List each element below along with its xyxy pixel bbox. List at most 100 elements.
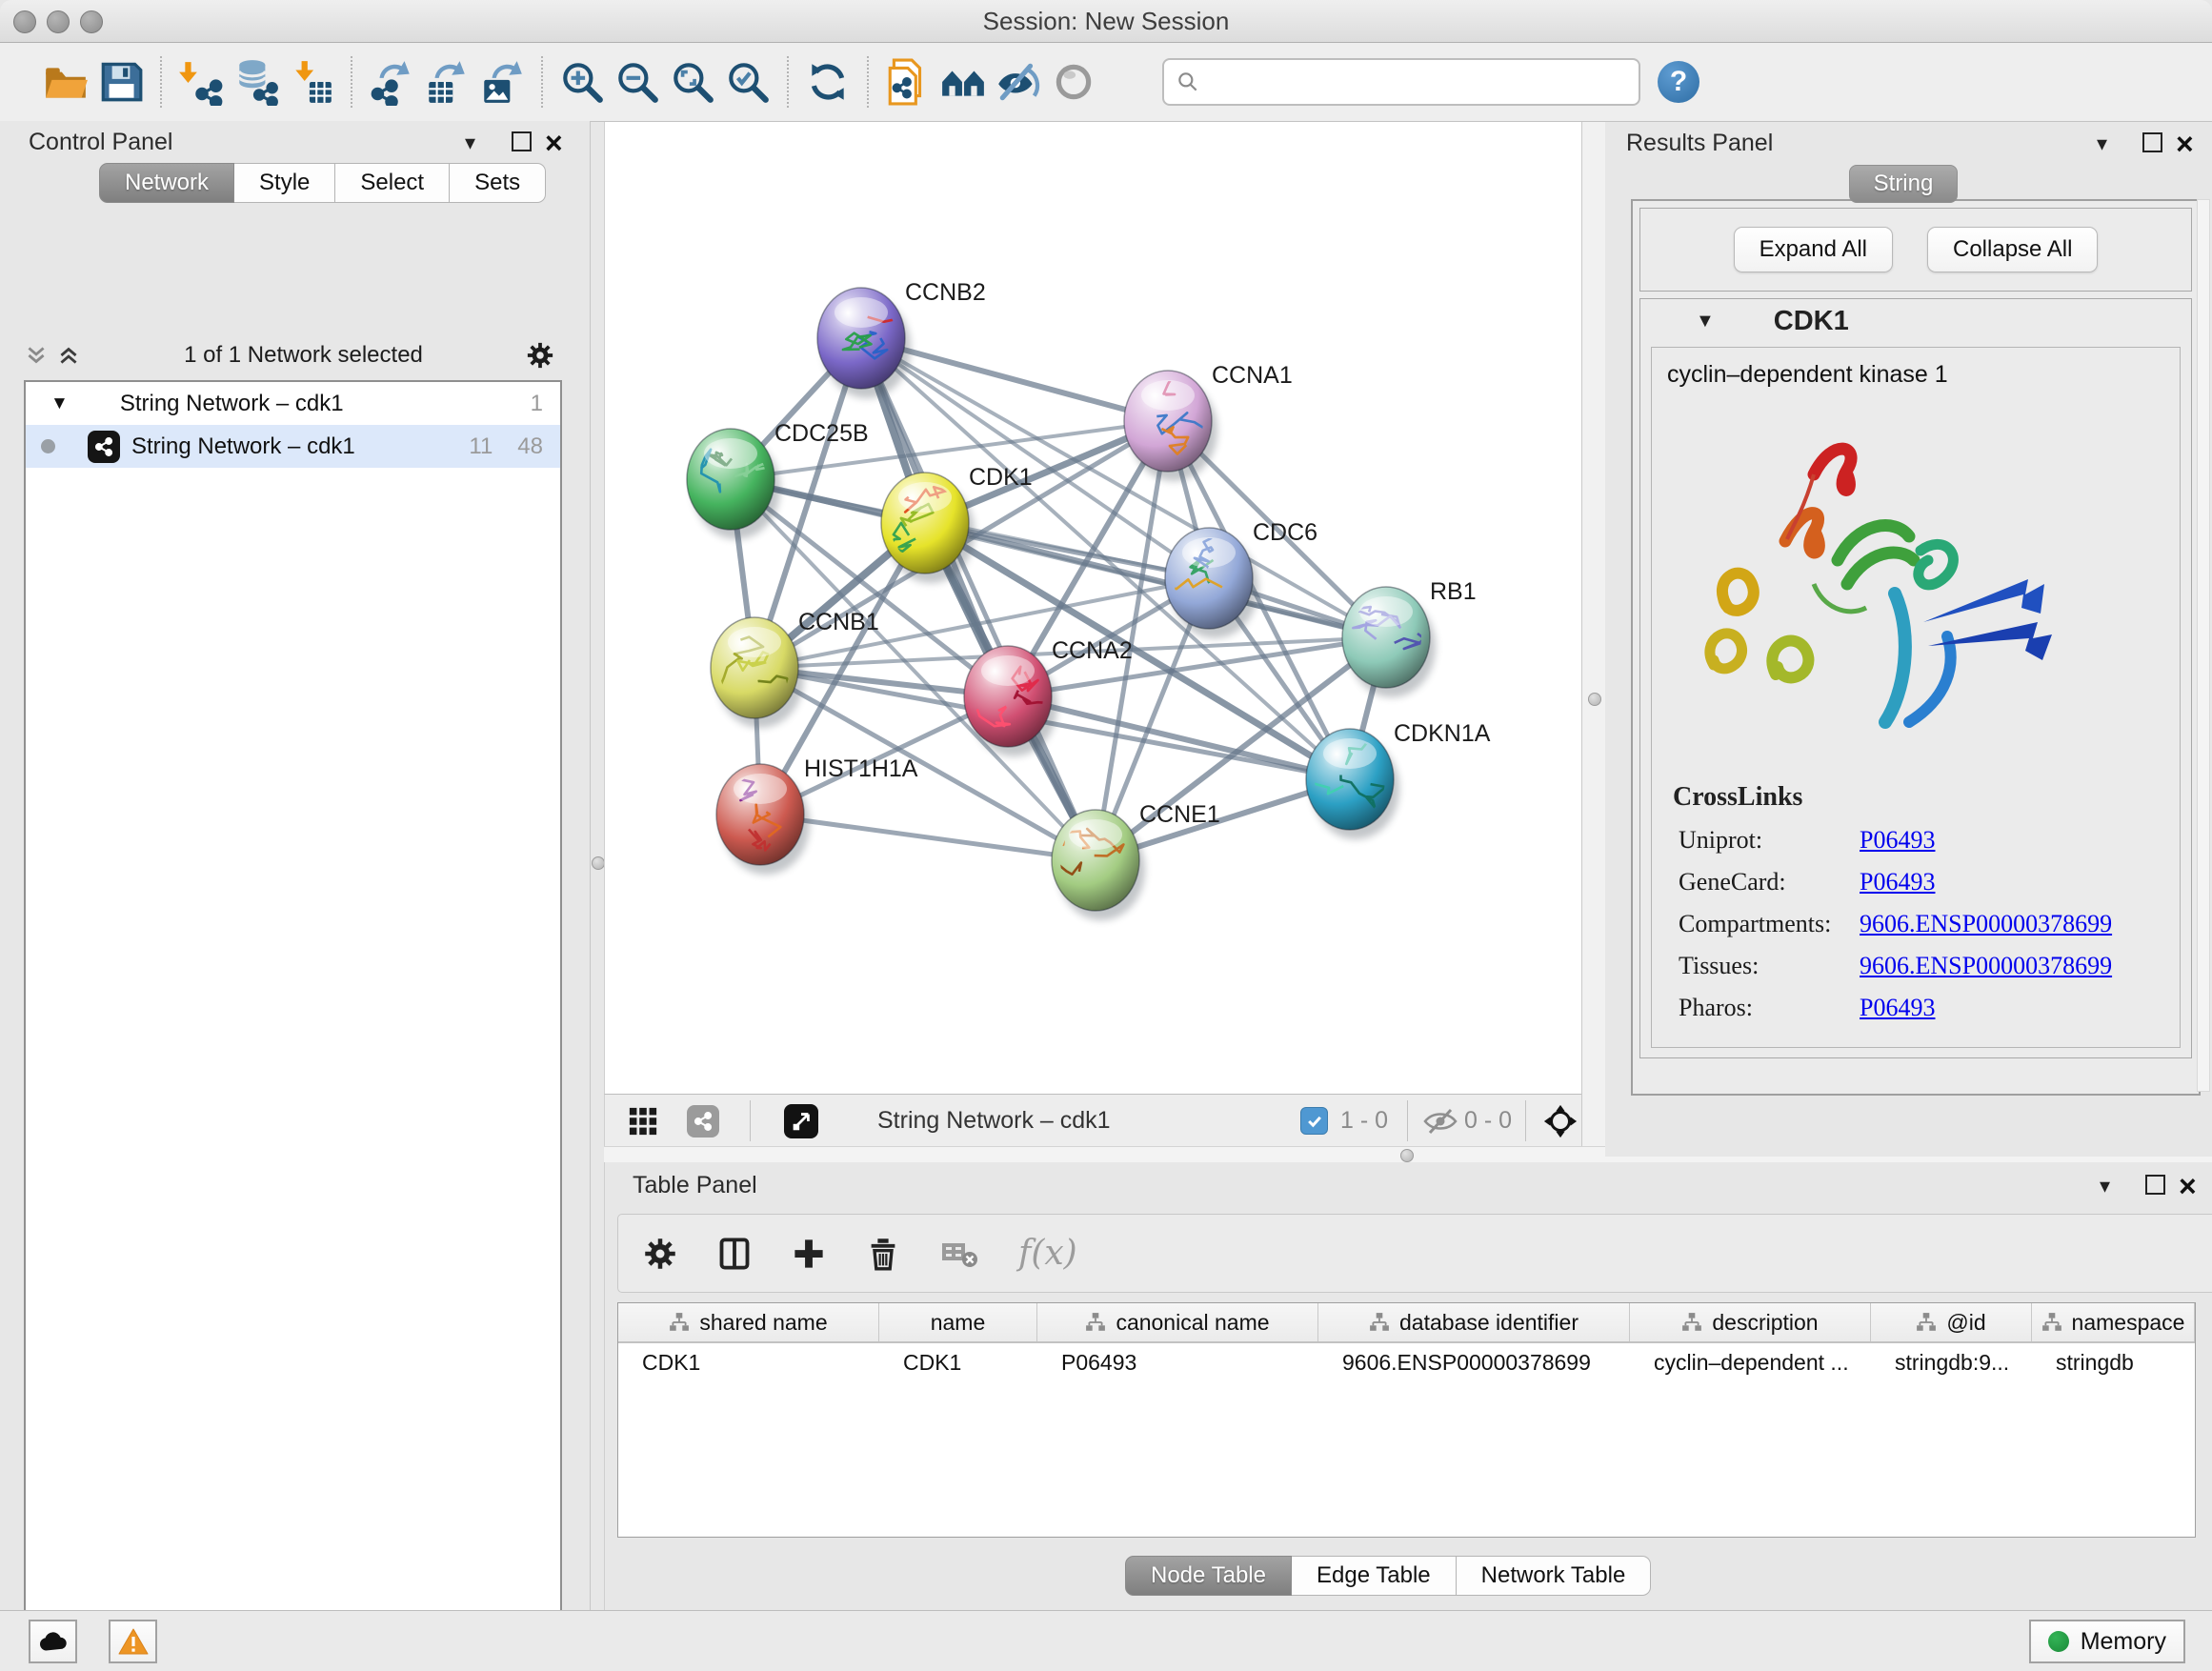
- fit-selected-crosshair-icon[interactable]: [1542, 1095, 1579, 1147]
- table-panel-close-icon[interactable]: ×: [2179, 1175, 2197, 1199]
- table-cell[interactable]: stringdb:9...: [1871, 1343, 2032, 1381]
- warning-icon[interactable]: [109, 1620, 157, 1663]
- show-grid-icon[interactable]: [628, 1095, 658, 1147]
- collapse-all-button[interactable]: Collapse All: [1927, 227, 2098, 272]
- tab-string[interactable]: String: [1849, 165, 1958, 203]
- column-header-namespace[interactable]: namespace: [2032, 1303, 2195, 1341]
- tab-select[interactable]: Select: [335, 163, 450, 203]
- export-network-icon[interactable]: [364, 55, 419, 109]
- crosslink-link[interactable]: P06493: [1860, 868, 1935, 896]
- cloud-icon[interactable]: [29, 1620, 77, 1663]
- results-panel-menu-icon[interactable]: ▾: [2097, 133, 2107, 154]
- node-RB1[interactable]: RB1: [1342, 578, 1477, 697]
- delete-table-icon[interactable]: [940, 1238, 978, 1270]
- expand-all-icon[interactable]: [56, 343, 81, 368]
- network-view-toolbar: String Network – cdk1 1 - 0 0 - 0: [604, 1094, 1582, 1147]
- column-header-name[interactable]: name: [879, 1303, 1037, 1341]
- crosslink-link[interactable]: P06493: [1860, 994, 1935, 1022]
- show-all-icon[interactable]: [1046, 55, 1101, 109]
- table-options-gear-icon[interactable]: [643, 1237, 677, 1271]
- new-network-from-selection-icon[interactable]: [880, 55, 935, 109]
- results-scrollbar[interactable]: [2197, 199, 2210, 1092]
- column-header-canonical-name[interactable]: canonical name: [1037, 1303, 1318, 1341]
- column-header-database-identifier[interactable]: database identifier: [1318, 1303, 1630, 1341]
- network-options-gear-icon[interactable]: [526, 341, 554, 370]
- right-splitter[interactable]: [1581, 122, 1606, 1157]
- node-CDC6[interactable]: CDC6: [1135, 519, 1317, 638]
- first-neighbors-icon[interactable]: [935, 55, 991, 109]
- tab-network-table[interactable]: Network Table: [1457, 1556, 1652, 1596]
- results-panel-float-icon[interactable]: [2142, 132, 2162, 152]
- tab-node-table[interactable]: Node Table: [1125, 1556, 1292, 1596]
- collection-expand-icon[interactable]: ▼: [50, 393, 69, 414]
- table-panel-menu-icon[interactable]: ▾: [2100, 1176, 2110, 1197]
- import-network-from-file-icon[interactable]: [173, 55, 229, 109]
- network-status-dot: [41, 439, 55, 453]
- import-network-from-database-icon[interactable]: [229, 55, 284, 109]
- table-cell[interactable]: CDK1: [879, 1343, 1037, 1381]
- network-canvas[interactable]: CCNB2CCNA1CDC25BCDK1CDC6RB1CCNB1CCNA2CDK…: [604, 122, 1582, 1094]
- crosslink-link[interactable]: 9606.ENSP00000378699: [1860, 910, 2112, 938]
- zoom-fit-content-icon[interactable]: [665, 55, 720, 109]
- import-table-from-file-icon[interactable]: [284, 55, 339, 109]
- crosslink-link[interactable]: 9606.ENSP00000378699: [1860, 952, 2112, 980]
- create-column-icon[interactable]: [792, 1237, 826, 1271]
- zoom-in-icon[interactable]: [554, 55, 610, 109]
- table-cell[interactable]: cyclin–dependent ...: [1630, 1343, 1871, 1381]
- table-cell[interactable]: P06493: [1037, 1343, 1318, 1381]
- results-panel-close-icon[interactable]: ×: [2176, 132, 2194, 157]
- column-header--id[interactable]: @id: [1871, 1303, 2032, 1341]
- node-CCNE1[interactable]: CCNE1: [1022, 801, 1220, 920]
- control-panel-menu-icon[interactable]: ▾: [465, 132, 475, 153]
- crosslink-label: Uniprot:: [1679, 826, 1860, 855]
- control-panel-float-icon[interactable]: [512, 131, 532, 151]
- network-type-badge-icon[interactable]: [687, 1095, 719, 1147]
- crosslink-link[interactable]: P06493: [1860, 826, 1935, 855]
- column-header-description[interactable]: description: [1630, 1303, 1871, 1341]
- network-collection-row[interactable]: ▼ String Network – cdk1 1: [26, 382, 560, 425]
- node-CDC25B[interactable]: CDC25B: [687, 420, 869, 539]
- column-header-shared-name[interactable]: shared name: [618, 1303, 879, 1341]
- zoom-selected-icon[interactable]: [720, 55, 775, 109]
- table-cell[interactable]: stringdb: [2032, 1343, 2195, 1381]
- zoom-out-icon[interactable]: [610, 55, 665, 109]
- node-HIST1H1A[interactable]: HIST1H1A: [716, 755, 918, 875]
- hide-selected-icon[interactable]: [991, 55, 1046, 109]
- birds-eye-view-icon[interactable]: [784, 1095, 818, 1147]
- tab-style[interactable]: Style: [234, 163, 335, 203]
- table-cell[interactable]: CDK1: [618, 1343, 879, 1381]
- redraw-graph-icon[interactable]: [800, 55, 855, 109]
- protein-collapse-icon[interactable]: ▼: [1696, 311, 1715, 332]
- left-splitter[interactable]: [591, 122, 604, 1610]
- node-CDK1[interactable]: CDK1: [881, 464, 1033, 583]
- edge-HIST1H1A-CCNE1[interactable]: [760, 815, 1096, 860]
- delete-column-icon[interactable]: [866, 1237, 900, 1271]
- show-columns-icon[interactable]: [717, 1237, 752, 1271]
- node-CCNB1[interactable]: CCNB1: [711, 609, 879, 728]
- table-cell[interactable]: 9606.ENSP00000378699: [1318, 1343, 1630, 1381]
- control-panel-title: Control Panel: [29, 129, 172, 156]
- table-panel-float-icon[interactable]: [2145, 1175, 2165, 1195]
- open-session-icon[interactable]: [38, 55, 93, 109]
- table-row[interactable]: CDK1CDK1P064939606.ENSP00000378699cyclin…: [618, 1343, 2195, 1381]
- help-icon[interactable]: ?: [1658, 61, 1699, 103]
- collapse-all-icon[interactable]: [24, 343, 49, 368]
- tab-network[interactable]: Network: [99, 163, 234, 203]
- node-CCNB2[interactable]: CCNB2: [817, 279, 986, 398]
- table-panel: Table Panel ▾ × f(x) shared namenamecano…: [604, 1162, 2212, 1610]
- tab-edge-table[interactable]: Edge Table: [1292, 1556, 1457, 1596]
- node-label-CDC6: CDC6: [1253, 519, 1317, 546]
- save-session-icon[interactable]: [93, 55, 149, 109]
- export-table-icon[interactable]: [419, 55, 474, 109]
- crosslink-row: GeneCard:P06493: [1679, 868, 2180, 896]
- function-builder-icon[interactable]: f(x): [1018, 1234, 1077, 1273]
- tab-sets[interactable]: Sets: [450, 163, 546, 203]
- export-image-icon[interactable]: [474, 55, 530, 109]
- crosslink-label: Compartments:: [1679, 910, 1860, 938]
- control-panel-close-icon[interactable]: ×: [545, 131, 563, 156]
- memory-button[interactable]: Memory: [2029, 1620, 2185, 1663]
- search-input[interactable]: [1208, 68, 1639, 96]
- selected-checkbox[interactable]: [1300, 1095, 1328, 1147]
- network-row[interactable]: String Network – cdk1 11 48: [26, 425, 560, 468]
- expand-all-button[interactable]: Expand All: [1734, 227, 1893, 272]
